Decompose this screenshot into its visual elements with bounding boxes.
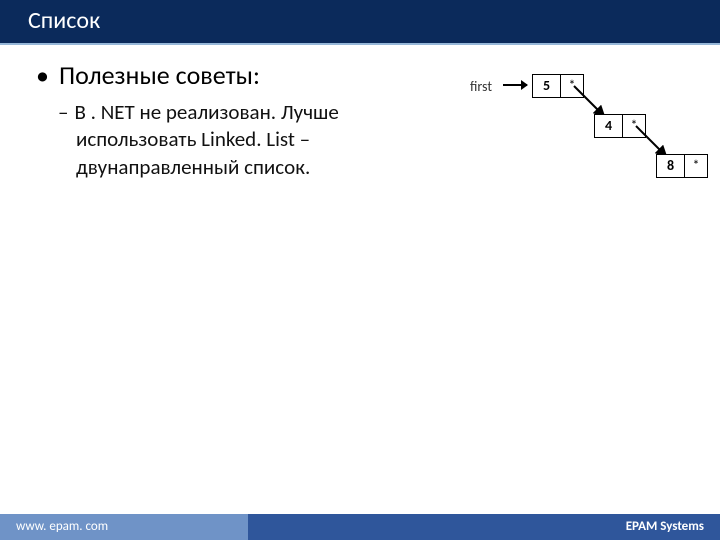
node-value: 8	[657, 155, 685, 177]
arrow-first	[503, 84, 527, 86]
list-node: 5 *	[532, 74, 584, 98]
footer-brand: EPAM Systems	[610, 514, 720, 540]
footer-spacer	[248, 514, 610, 540]
list-node: 8 *	[656, 154, 708, 178]
node-value: 4	[595, 115, 623, 137]
list-node: 4 *	[594, 114, 646, 138]
slide-title: Список	[0, 0, 720, 45]
node-pointer: *	[623, 115, 645, 137]
footer-url: www. epam. com	[0, 514, 248, 540]
slide-content: Полезные советы: В . NET не реализован. …	[0, 45, 720, 181]
bullet-main: Полезные советы:	[36, 59, 696, 91]
node-value: 5	[533, 75, 561, 97]
footer: www. epam. com EPAM Systems	[0, 514, 720, 540]
node-pointer: *	[685, 155, 707, 177]
bullet-sub: В . NET не реализован. Лучше использоват…	[76, 99, 436, 181]
first-label: first	[470, 78, 492, 95]
node-pointer: *	[561, 75, 583, 97]
